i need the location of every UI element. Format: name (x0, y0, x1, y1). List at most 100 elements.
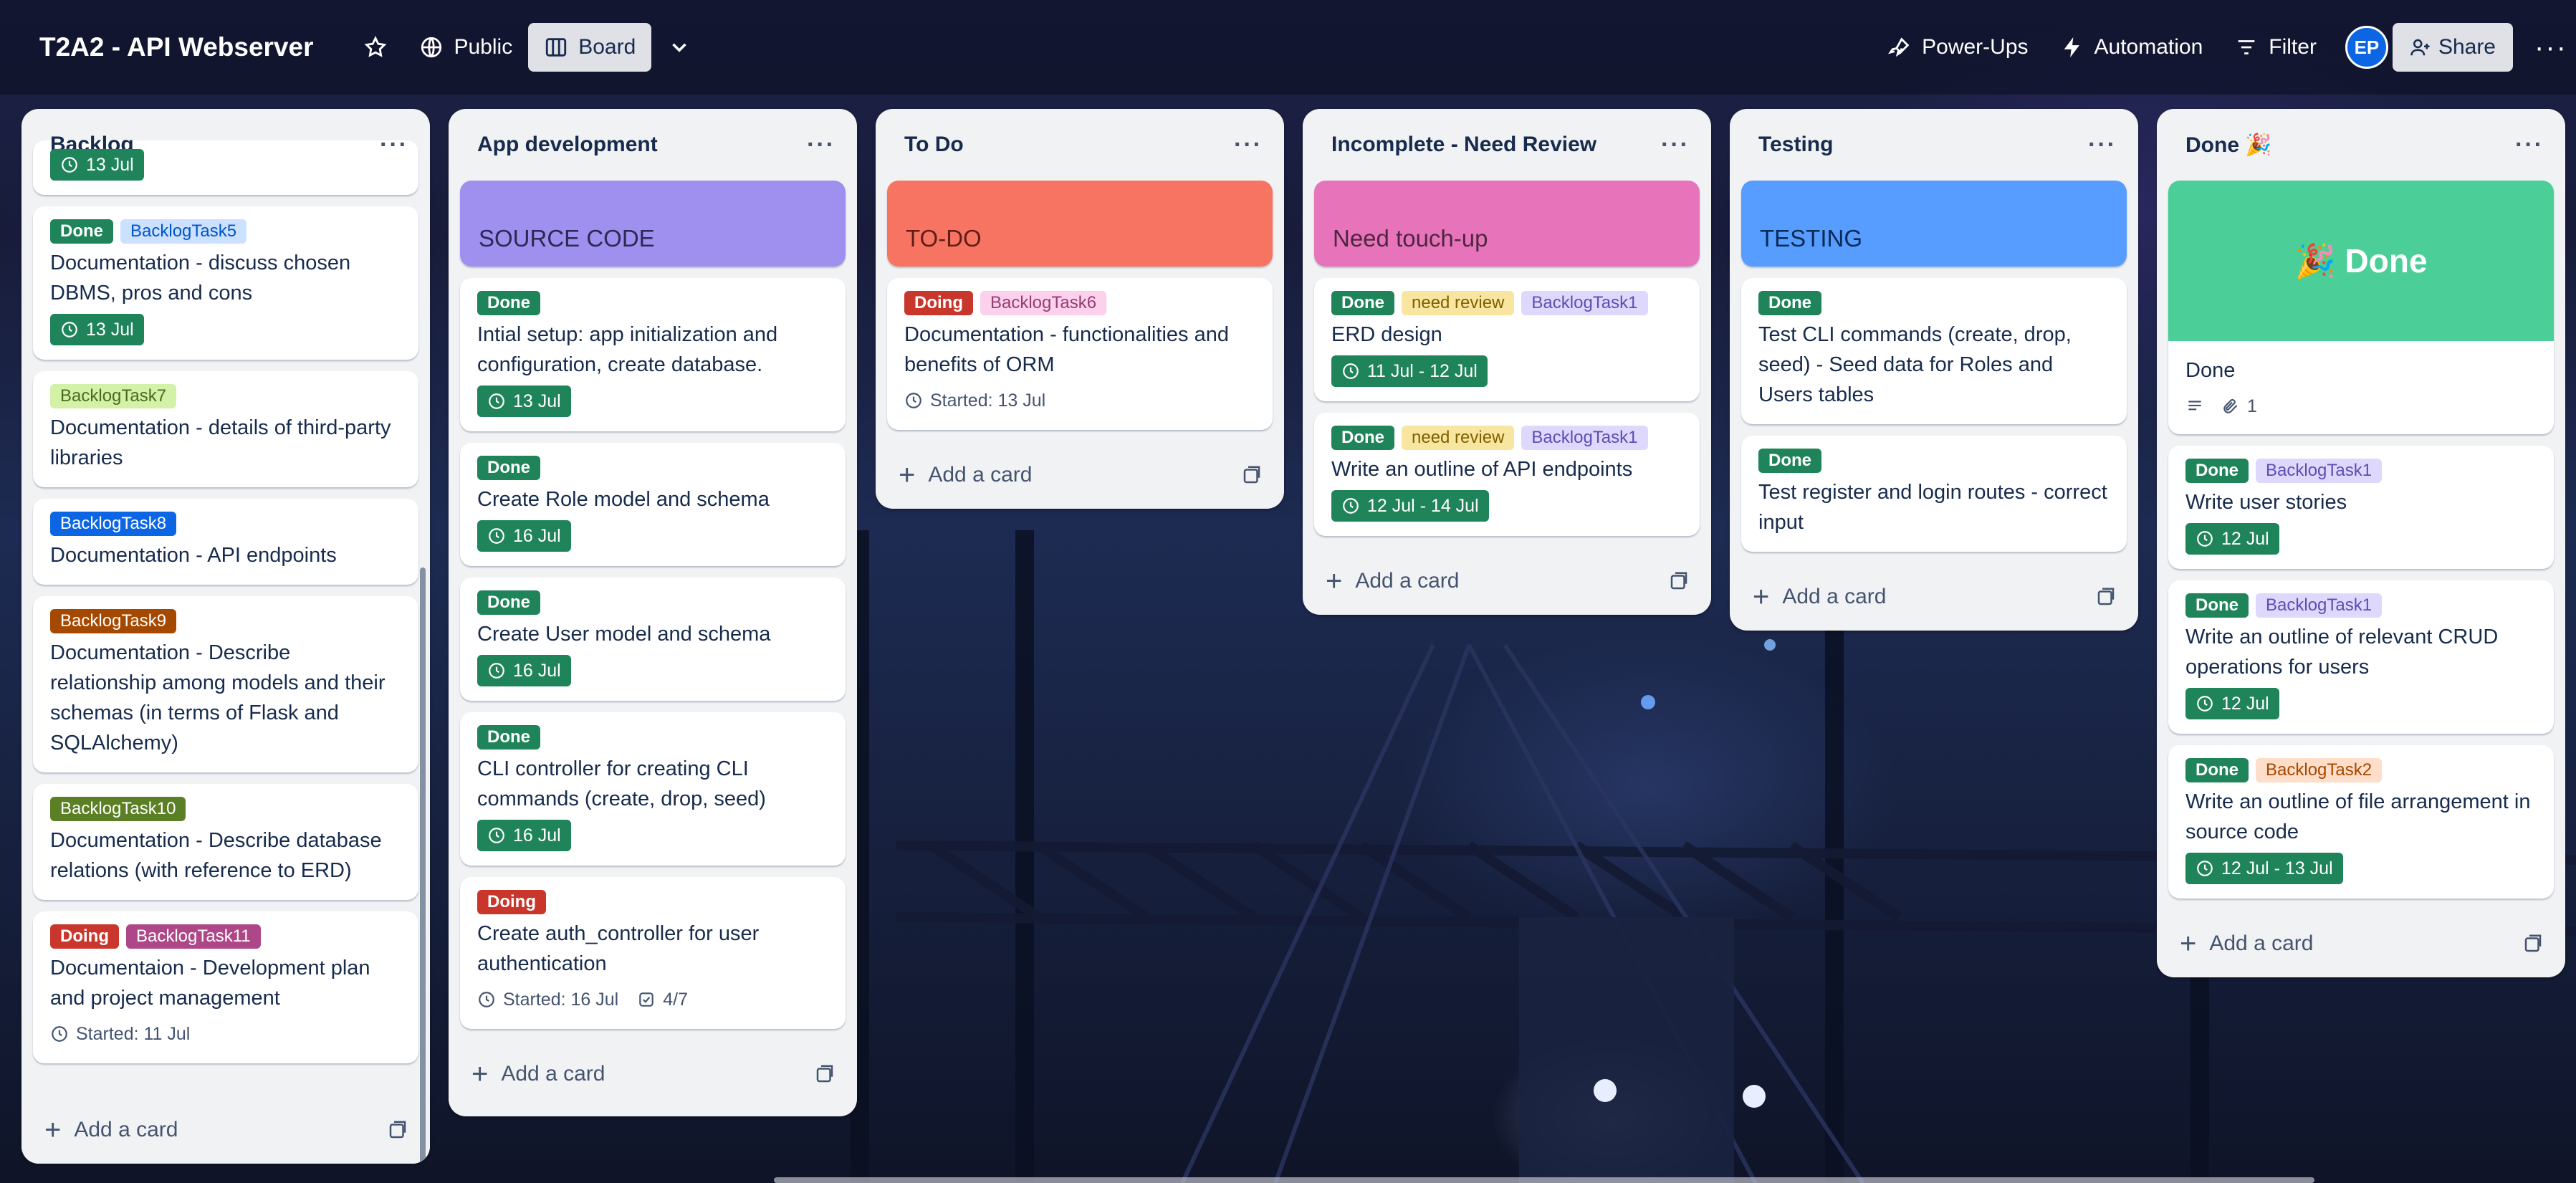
list-menu-button[interactable]: ··· (1234, 131, 1263, 159)
label-done[interactable]: Done (1331, 291, 1394, 315)
list-menu-button[interactable]: ··· (1661, 131, 1690, 159)
card[interactable]: 13 Jul (33, 140, 418, 195)
cover-card[interactable]: Need touch-up (1314, 181, 1700, 267)
label-backlogtask[interactable]: BacklogTask5 (120, 219, 247, 244)
board-horizontal-scrollbar[interactable] (774, 1177, 2314, 1183)
label-backlogtask[interactable]: BacklogTask7 (50, 384, 177, 408)
card[interactable]: BacklogTask7 Documentation - details of … (33, 371, 418, 487)
list-title[interactable]: App development (477, 133, 658, 157)
label-doing[interactable]: Doing (477, 890, 546, 914)
label-doing[interactable]: Doing (50, 924, 119, 949)
label-done[interactable]: Done (1758, 291, 1821, 315)
star-button[interactable] (348, 23, 403, 72)
label-done[interactable]: Done (2185, 758, 2249, 782)
label-backlogtask[interactable]: BacklogTask9 (50, 609, 177, 633)
due-date-badge[interactable]: 12 Jul (2185, 523, 2279, 555)
add-card-button[interactable]: + Add a card (449, 1040, 857, 1108)
card[interactable]: BacklogTask9 Documentation - Describe re… (33, 596, 418, 772)
card[interactable]: BacklogTask8 Documentation - API endpoin… (33, 499, 418, 585)
list-title[interactable]: To Do (904, 133, 964, 157)
power-ups-button[interactable]: Power-Ups (1872, 23, 2044, 72)
filter-button[interactable]: Filter (2218, 23, 2332, 72)
add-card-button[interactable]: + Add a card (2157, 910, 2565, 977)
create-from-template-icon[interactable] (387, 1119, 408, 1141)
create-from-template-icon[interactable] (2095, 586, 2117, 608)
card[interactable]: Done BacklogTask5 Documentation - discus… (33, 206, 418, 360)
card[interactable]: Done need review BacklogTask1 Write an o… (1314, 413, 1700, 536)
list-title[interactable]: Testing (1758, 133, 1833, 157)
cover-card[interactable]: SOURCE CODE (460, 181, 846, 267)
card[interactable]: Done Create Role model and schema 16 Jul (460, 443, 846, 566)
card[interactable]: Done Create User model and schema 16 Jul (460, 578, 846, 701)
visibility-button[interactable]: Public (403, 23, 528, 72)
member-avatar[interactable]: EP (2345, 26, 2388, 69)
board-title[interactable]: T2A2 - API Webserver (39, 32, 313, 62)
label-done[interactable]: Done (2185, 459, 2249, 483)
due-date-badge[interactable]: 13 Jul (50, 149, 144, 181)
list-title[interactable]: Done 🎉 (2185, 133, 2272, 158)
card[interactable]: Doing Create auth_controller for user au… (460, 877, 846, 1029)
list-scrollbar[interactable] (420, 567, 426, 1164)
card[interactable]: Done BacklogTask2 Write an outline of fi… (2168, 745, 2554, 899)
label-backlogtask[interactable]: BacklogTask6 (980, 291, 1107, 315)
add-card-button[interactable]: + Add a card (1303, 547, 1711, 615)
due-date-badge[interactable]: 12 Jul - 13 Jul (2185, 853, 2343, 884)
due-date-badge[interactable]: 13 Jul (50, 314, 144, 345)
label-done[interactable]: Done (1758, 449, 1821, 473)
due-date-badge[interactable]: 12 Jul (2185, 688, 2279, 719)
label-backlogtask[interactable]: BacklogTask1 (1521, 426, 1648, 450)
automation-button[interactable]: Automation (2044, 23, 2219, 72)
card[interactable]: Done BacklogTask1 Write an outline of re… (2168, 580, 2554, 734)
card[interactable]: Done BacklogTask1 Write user stories 12 … (2168, 446, 2554, 569)
list-menu-button[interactable]: ··· (2515, 131, 2544, 159)
due-date-badge[interactable]: 16 Jul (477, 520, 571, 552)
label-done[interactable]: Done (477, 291, 540, 315)
label-done[interactable]: Done (477, 725, 540, 749)
due-date-badge[interactable]: 16 Jul (477, 820, 571, 851)
label-backlogtask[interactable]: BacklogTask10 (50, 797, 186, 821)
board-menu-button[interactable]: ··· (2526, 32, 2576, 64)
share-button[interactable]: Share (2392, 23, 2513, 72)
list-title[interactable]: Incomplete - Need Review (1331, 133, 1596, 157)
create-from-template-icon[interactable] (814, 1063, 835, 1085)
label-backlogtask[interactable]: BacklogTask11 (125, 924, 261, 949)
label-need-review[interactable]: need review (1402, 291, 1515, 315)
create-from-template-icon[interactable] (2522, 933, 2544, 954)
label-need-review[interactable]: need review (1402, 426, 1515, 450)
card[interactable]: Doing BacklogTask6 Documentation - funct… (887, 278, 1273, 430)
add-card-button[interactable]: + Add a card (21, 1096, 430, 1164)
label-done[interactable]: Done (477, 590, 540, 615)
cover-card[interactable]: TESTING (1741, 181, 2127, 267)
label-done[interactable]: Done (2185, 593, 2249, 618)
create-from-template-icon[interactable] (1241, 464, 1263, 486)
add-card-button[interactable]: + Add a card (1730, 563, 2138, 631)
label-doing[interactable]: Doing (904, 291, 973, 315)
due-date-badge[interactable]: 11 Jul - 12 Jul (1331, 355, 1488, 387)
card[interactable]: Done Intial setup: app initialization an… (460, 278, 846, 431)
card[interactable]: Done need review BacklogTask1 ERD design… (1314, 278, 1700, 401)
label-backlogtask[interactable]: BacklogTask1 (1521, 291, 1648, 315)
label-backlogtask[interactable]: BacklogTask1 (2256, 593, 2383, 618)
card[interactable]: Done Test register and login routes - co… (1741, 436, 2127, 552)
add-card-button[interactable]: + Add a card (876, 441, 1284, 509)
label-done[interactable]: Done (477, 456, 540, 480)
board-view-button[interactable]: Board (528, 23, 652, 72)
label-backlogtask[interactable]: BacklogTask8 (50, 512, 177, 536)
cover-card[interactable]: TO-DO (887, 181, 1273, 267)
due-date-badge[interactable]: 16 Jul (477, 655, 571, 686)
due-date-badge[interactable]: 12 Jul - 14 Jul (1331, 490, 1489, 522)
list-menu-button[interactable]: ··· (2088, 131, 2117, 159)
view-switcher-button[interactable] (651, 23, 707, 72)
card[interactable]: BacklogTask10 Documentation - Describe d… (33, 784, 418, 900)
card[interactable]: Done CLI controller for creating CLI com… (460, 712, 846, 866)
card[interactable]: Doing BacklogTask11 Documentaion - Devel… (33, 911, 418, 1063)
list-menu-button[interactable]: ··· (807, 131, 835, 159)
label-backlogtask[interactable]: BacklogTask2 (2256, 758, 2383, 782)
cover-card[interactable]: 🎉 Done Done 1 (2168, 181, 2554, 434)
due-date-badge[interactable]: 13 Jul (477, 385, 571, 417)
label-backlogtask[interactable]: BacklogTask1 (2256, 459, 2383, 483)
label-done[interactable]: Done (50, 219, 113, 244)
list-menu-button[interactable]: ··· (380, 131, 408, 159)
create-from-template-icon[interactable] (1668, 570, 1690, 592)
card[interactable]: Done Test CLI commands (create, drop, se… (1741, 278, 2127, 424)
